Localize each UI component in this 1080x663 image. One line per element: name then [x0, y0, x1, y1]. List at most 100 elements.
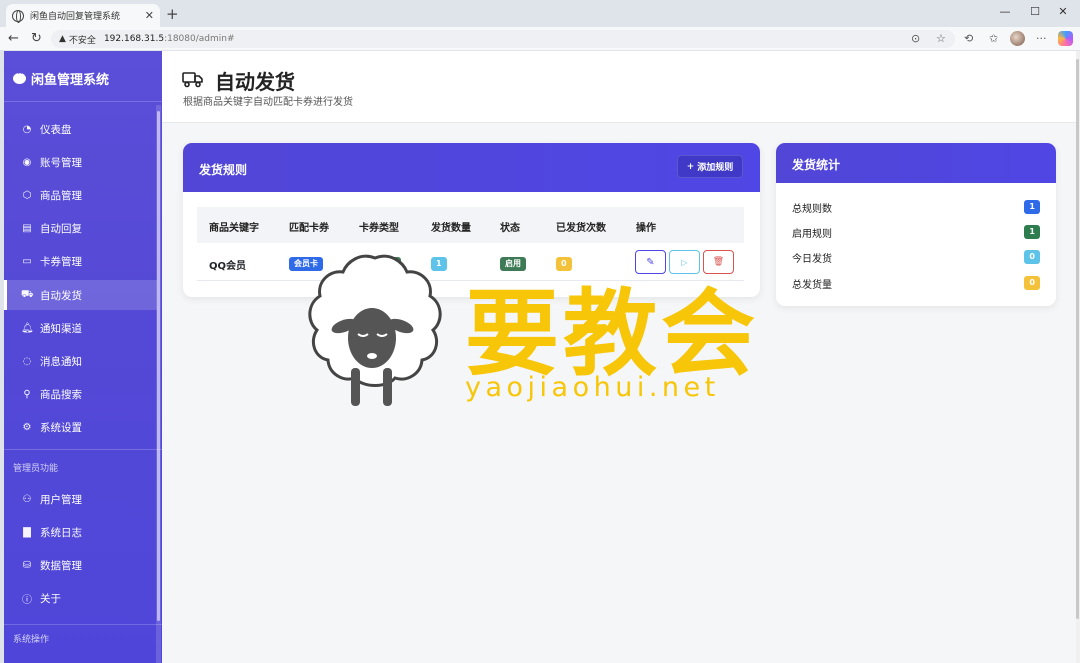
stat-label: 今日发货: [792, 253, 832, 265]
back-icon[interactable]: ←: [8, 31, 19, 46]
column-header: 商品关键字: [209, 223, 259, 234]
sidebar-item-about[interactable]: ⓘ 关于: [4, 583, 157, 613]
more-menu-icon[interactable]: ···: [1036, 32, 1047, 45]
system-section-title: 系统操作: [13, 635, 50, 645]
page-scrollbar[interactable]: [1076, 51, 1080, 663]
sidebar-item-label: 用户管理: [40, 493, 82, 506]
sidebar-item-label: 消息通知: [40, 355, 82, 368]
stat-label: 启用规则: [792, 228, 832, 240]
column-header: 匹配卡券: [289, 223, 329, 234]
sidebar-item-label: 自动发货: [40, 289, 82, 302]
favorites-icon[interactable]: ✩: [989, 32, 998, 45]
sidebar-item-label: 关于: [40, 592, 61, 605]
insecure-label: 不安全: [68, 35, 96, 46]
url-host: 192.168.31.5: [103, 34, 165, 44]
column-header: 已发货次数: [556, 223, 606, 234]
sidebar-item-label: 通知渠道: [40, 322, 82, 335]
sidebar-item-label: 自动回复: [40, 222, 82, 235]
stat-enabled-rules: 启用规则 1: [792, 223, 1040, 241]
sidebar-item-system-logs[interactable]: ▇ 系统日志: [4, 517, 157, 547]
gauge-icon: ◔: [22, 123, 32, 135]
truck-icon: [182, 72, 203, 88]
sidebar-item-product-search[interactable]: ⚲ 商品搜索: [4, 379, 157, 409]
truck-icon: ⛟: [21, 288, 34, 300]
column-header: 状态: [500, 223, 520, 234]
page-scroll-thumb[interactable]: [1076, 59, 1079, 619]
users-icon: ⚇: [22, 493, 32, 505]
sidebar-item-users[interactable]: ⚇ 用户管理: [4, 484, 157, 514]
stat-value-badge: 0: [1024, 250, 1040, 264]
new-tab-button[interactable]: +: [166, 5, 179, 23]
sidebar-item-cards[interactable]: ▭ 卡券管理: [4, 246, 157, 276]
plus-icon: +: [686, 161, 695, 172]
bell-icon: 🔔︎: [21, 322, 34, 334]
sidebar-item-settings[interactable]: ⚙ 系统设置: [4, 412, 157, 442]
reload-icon[interactable]: ↻: [31, 31, 42, 46]
file-icon: ▇: [23, 526, 31, 538]
rules-card-title: 发货规则: [199, 163, 248, 177]
database-icon: ⛁: [22, 559, 32, 571]
stats-card-header: 发货统计: [776, 143, 1056, 183]
page-subtitle: 根据商品关键字自动匹配卡券进行发货: [183, 97, 353, 108]
sheep-logo-watermark: [308, 254, 442, 406]
reader-icon[interactable]: ⊙: [911, 32, 920, 45]
search-icon: ⚲: [23, 388, 31, 400]
tab-close-icon[interactable]: ✕: [145, 9, 154, 22]
sidebar-scroll-thumb[interactable]: [157, 111, 160, 621]
sidebar-item-label: 系统设置: [40, 421, 82, 434]
watermark-url: yaojiaohui.net: [465, 372, 720, 403]
sidebar-item-data-management[interactable]: ⛁ 数据管理: [4, 550, 157, 580]
globe-icon: [12, 9, 24, 23]
box-icon: ⬡: [22, 189, 32, 201]
divider: [4, 624, 162, 625]
extensions-icon[interactable]: ⟲: [964, 32, 973, 45]
minimize-icon[interactable]: —: [998, 5, 1012, 18]
address-toolbar: ← ↻ ▲ 不安全 192.168.31.5 :18080/admin# ⊙ ☆…: [0, 27, 1080, 51]
delivery-stats-card: 发货统计 总规则数 1 启用规则 1 今日发货 0 总发货量 0: [776, 143, 1056, 306]
sidebar-item-label: 卡券管理: [40, 255, 82, 268]
sidebar-item-products[interactable]: ⬡ 商品管理: [4, 180, 157, 210]
profile-avatar[interactable]: [1010, 31, 1025, 46]
url-path: :18080/admin#: [164, 34, 235, 44]
browser-tab-bar: 闲鱼自动回复管理系统 ✕ + — ☐ ✕: [0, 0, 1080, 27]
chat-dots-icon: ◌: [22, 355, 32, 367]
tab-title: 闲鱼自动回复管理系统: [30, 12, 121, 22]
gear-icon: ⚙: [22, 421, 32, 433]
brand: 闲鱼管理系统: [13, 69, 109, 88]
favorite-star-icon[interactable]: ☆: [936, 32, 946, 45]
add-rule-button[interactable]: + 添加规则: [677, 155, 743, 178]
brand-title: 闲鱼管理系统: [31, 73, 110, 88]
column-header: 发货数量: [431, 223, 471, 234]
stats-card-title: 发货统计: [792, 158, 841, 172]
sidebar-item-label: 商品搜索: [40, 388, 82, 401]
divider: [4, 449, 162, 450]
stat-today-delivered: 今日发货 0: [792, 248, 1040, 266]
sidebar-item-label: 商品管理: [40, 189, 82, 202]
user-circle-icon: ◉: [22, 156, 32, 168]
stat-value-badge: 0: [1024, 276, 1040, 290]
card-icon: ▭: [22, 255, 32, 267]
warning-icon: ▲: [59, 34, 66, 44]
sidebar-item-label: 系统日志: [40, 526, 82, 539]
url-bar[interactable]: ▲ 不安全 192.168.31.5 :18080/admin#: [51, 30, 955, 48]
stat-label: 总发货量: [792, 279, 832, 291]
sidebar-item-accounts[interactable]: ◉ 账号管理: [4, 147, 157, 177]
sidebar-item-message-notify[interactable]: ◌ 消息通知: [4, 346, 157, 376]
copilot-icon[interactable]: [1058, 31, 1073, 46]
sidebar-item-notify-channels[interactable]: 🔔︎ 通知渠道: [4, 313, 157, 343]
sidebar-item-label: 账号管理: [40, 156, 82, 169]
sidebar-item-auto-reply[interactable]: ▤ 自动回复: [4, 213, 157, 243]
admin-section-title: 管理员功能: [13, 464, 59, 474]
browser-tab[interactable]: 闲鱼自动回复管理系统 ✕: [6, 4, 160, 27]
maximize-icon[interactable]: ☐: [1028, 5, 1042, 18]
sidebar-item-dashboard[interactable]: ◔ 仪表盘: [4, 114, 157, 144]
info-icon: ⓘ: [22, 594, 32, 606]
column-header: 卡券类型: [359, 223, 399, 234]
stat-value-badge: 1: [1024, 200, 1040, 214]
sidebar-item-auto-delivery[interactable]: ⛟ 自动发货: [4, 280, 157, 310]
add-rule-label: 添加规则: [697, 163, 734, 173]
divider: [4, 101, 162, 102]
stat-total-delivered: 总发货量 0: [792, 274, 1040, 292]
window-close-icon[interactable]: ✕: [1056, 5, 1070, 18]
chat-lines-icon: ▤: [22, 222, 32, 234]
